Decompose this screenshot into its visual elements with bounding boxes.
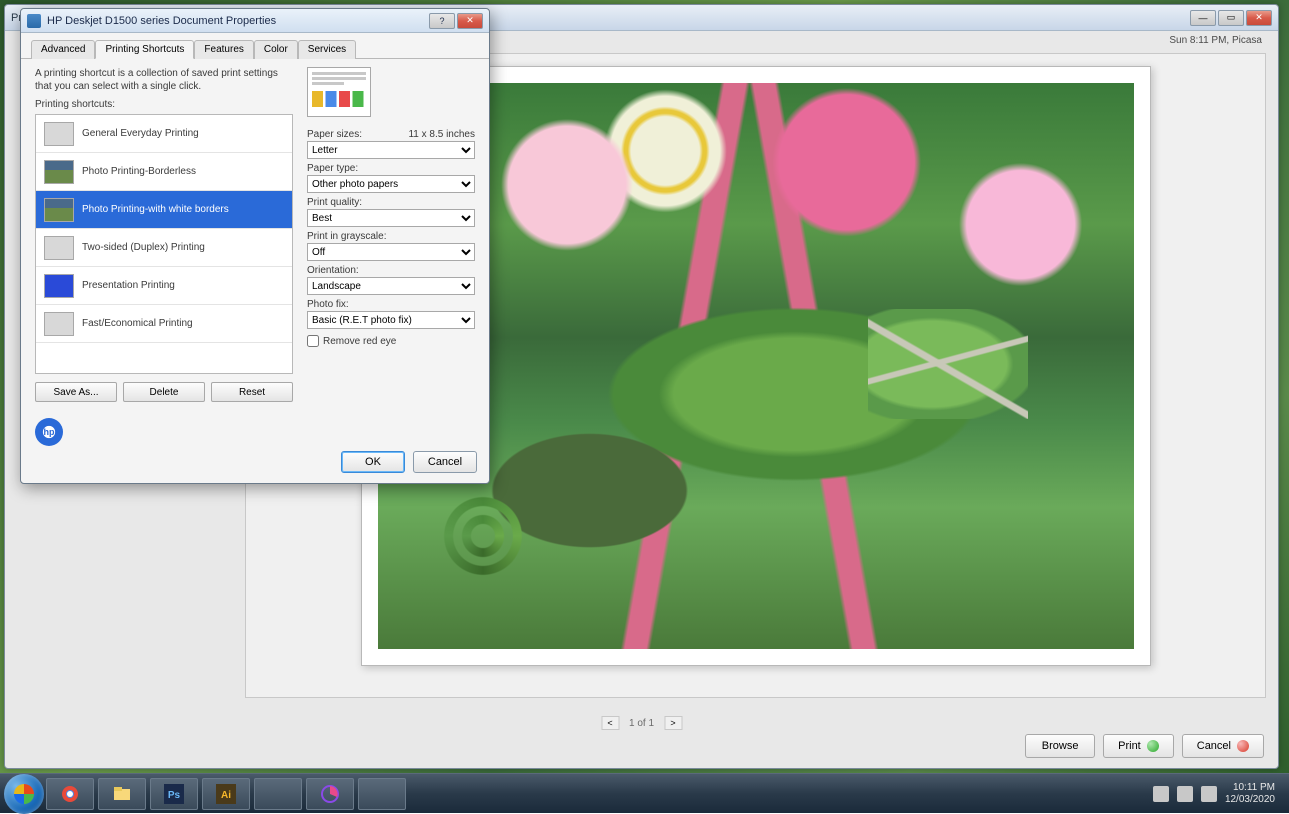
document-properties-dialog: HP Deskjet D1500 series Document Propert… <box>20 8 490 484</box>
tray-flag-icon[interactable] <box>1153 786 1169 802</box>
tab-printing-shortcuts[interactable]: Printing Shortcuts <box>95 40 194 59</box>
shortcut-label-2: Photo Printing-with white borders <box>82 204 229 215</box>
dialog-title: HP Deskjet D1500 series Document Propert… <box>47 15 429 27</box>
tab-services[interactable]: Services <box>298 40 356 59</box>
shortcut-list-label: Printing shortcuts: <box>35 99 293 110</box>
taskbar-clock[interactable]: 10:11 PM 12/03/2020 <box>1225 782 1275 806</box>
print-go-icon <box>1147 740 1159 752</box>
print-quality-label: Print quality: <box>307 197 362 208</box>
tray-volume-icon[interactable] <box>1201 786 1217 802</box>
hp-logo-icon: hp <box>35 418 63 446</box>
dialog-close-button[interactable]: ✕ <box>457 13 483 29</box>
shortcut-list[interactable]: General Everyday Printing Photo Printing… <box>35 114 293 374</box>
taskbar-item-illustrator[interactable]: Ai <box>202 778 250 810</box>
shortcut-description: A printing shortcut is a collection of s… <box>35 67 293 93</box>
tab-advanced[interactable]: Advanced <box>31 40 95 59</box>
shortcut-item-economical[interactable]: Fast/Economical Printing <box>36 305 292 343</box>
dialog-ok-button[interactable]: OK <box>341 451 405 473</box>
photo-fix-label: Photo fix: <box>307 299 349 310</box>
paper-sizes-label: Paper sizes: <box>307 129 362 140</box>
printer-icon <box>27 14 41 28</box>
taskbar-item-picasa[interactable] <box>306 778 354 810</box>
remove-red-eye-input[interactable] <box>307 335 319 347</box>
start-button[interactable] <box>4 774 44 814</box>
paper-sizes-select[interactable]: Letter <box>307 141 475 159</box>
minimize-button[interactable]: — <box>1190 10 1216 26</box>
photo-fix-select[interactable]: Basic (R.E.T photo fix) <box>307 311 475 329</box>
pager-label: 1 of 1 <box>629 718 654 729</box>
paper-sizes-dim: 11 x 8.5 inches <box>408 129 475 140</box>
tab-color[interactable]: Color <box>254 40 298 59</box>
taskbar-item-photoshop[interactable]: Ps <box>150 778 198 810</box>
dialog-tabs: Advanced Printing Shortcuts Features Col… <box>21 33 489 59</box>
page-navigator: < 1 of 1 > <box>601 716 682 730</box>
grayscale-label: Print in grayscale: <box>307 231 386 242</box>
dialog-titlebar[interactable]: HP Deskjet D1500 series Document Propert… <box>21 9 489 33</box>
clock-date: 12/03/2020 <box>1225 794 1275 806</box>
dialog-help-button[interactable]: ? <box>429 13 455 29</box>
grayscale-select[interactable]: Off <box>307 243 475 261</box>
paper-type-label: Paper type: <box>307 163 358 174</box>
delete-button[interactable]: Delete <box>123 382 205 402</box>
shortcut-label-4: Presentation Printing <box>82 280 175 291</box>
reset-button[interactable]: Reset <box>211 382 293 402</box>
orientation-label: Orientation: <box>307 265 359 276</box>
close-button[interactable]: ✕ <box>1246 10 1272 26</box>
cancel-button[interactable]: Cancel <box>1182 734 1264 758</box>
tray-network-icon[interactable] <box>1177 786 1193 802</box>
svg-text:Ai: Ai <box>221 790 231 801</box>
print-button[interactable]: Print <box>1103 734 1174 758</box>
tab-features[interactable]: Features <box>194 40 253 59</box>
svg-text:Ps: Ps <box>168 790 181 801</box>
maximize-button[interactable]: ▭ <box>1218 10 1244 26</box>
save-as-button[interactable]: Save As... <box>35 382 117 402</box>
pager-prev-button[interactable]: < <box>601 716 619 730</box>
orientation-select[interactable]: Landscape <box>307 277 475 295</box>
cancel-stop-icon <box>1237 740 1249 752</box>
browse-button[interactable]: Browse <box>1025 734 1095 758</box>
shortcut-item-borderless[interactable]: Photo Printing-Borderless <box>36 153 292 191</box>
shortcut-item-duplex[interactable]: Two-sided (Duplex) Printing <box>36 229 292 267</box>
clock-time: 10:11 PM <box>1225 782 1275 794</box>
print-quality-select[interactable]: Best <box>307 209 475 227</box>
remove-red-eye-label: Remove red eye <box>323 336 396 347</box>
preview-photo-chameleon <box>378 83 1134 649</box>
taskbar[interactable]: Ps Ai 10:11 PM 12/03/2020 <box>0 773 1289 813</box>
shortcut-label-1: Photo Printing-Borderless <box>82 166 196 177</box>
dialog-cancel-button[interactable]: Cancel <box>413 451 477 473</box>
shortcut-item-presentation[interactable]: Presentation Printing <box>36 267 292 305</box>
system-tray[interactable]: 10:11 PM 12/03/2020 <box>1143 782 1285 806</box>
top-info-text: Sun 8:11 PM, Picasa <box>1169 35 1262 46</box>
shortcut-item-general[interactable]: General Everyday Printing <box>36 115 292 153</box>
taskbar-item-app2[interactable] <box>358 778 406 810</box>
paper-type-select[interactable]: Other photo papers <box>307 175 475 193</box>
shortcut-label-5: Fast/Economical Printing <box>82 318 193 329</box>
taskbar-item-chrome[interactable] <box>46 778 94 810</box>
taskbar-item-explorer[interactable] <box>98 778 146 810</box>
taskbar-item-app[interactable] <box>254 778 302 810</box>
shortcut-label-3: Two-sided (Duplex) Printing <box>82 242 205 253</box>
pager-next-button[interactable]: > <box>664 716 682 730</box>
shortcut-label-0: General Everyday Printing <box>82 128 199 139</box>
settings-preview-thumb <box>307 67 371 117</box>
shortcut-item-white-borders[interactable]: Photo Printing-with white borders <box>36 191 292 229</box>
remove-red-eye-checkbox[interactable]: Remove red eye <box>307 335 475 347</box>
